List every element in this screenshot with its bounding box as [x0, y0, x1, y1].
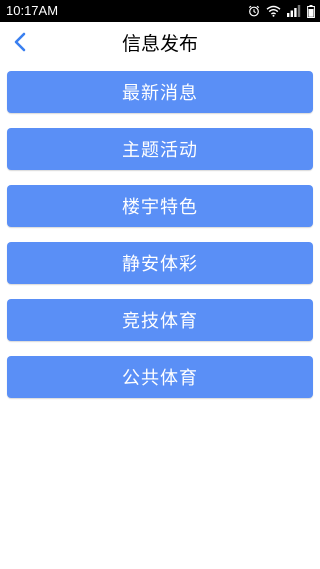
menu-button-latest-news[interactable]: 最新消息 [7, 71, 313, 113]
menu-button-label: 竞技体育 [122, 311, 198, 332]
page-title: 信息发布 [121, 33, 198, 55]
header: 信息发布 [0, 22, 320, 66]
menu-button-public-sports[interactable]: 公共体育 [7, 356, 313, 398]
alarm-icon [248, 5, 260, 17]
menu-button-label: 最新消息 [122, 83, 198, 104]
signal-icon [287, 5, 301, 17]
menu-button-label: 主题活动 [122, 140, 198, 161]
status-bar: 10:17AM [0, 0, 320, 22]
wifi-icon [266, 5, 281, 17]
menu-button-theme-activities[interactable]: 主题活动 [7, 128, 313, 170]
menu-button-label: 静安体彩 [122, 254, 198, 275]
menu-button-jingan-sports-lottery[interactable]: 静安体彩 [7, 242, 313, 284]
menu-button-label: 楼宇特色 [122, 197, 198, 218]
status-time: 10:17AM [6, 3, 59, 18]
menu-button-competitive-sports[interactable]: 竞技体育 [7, 299, 313, 341]
status-icons [248, 3, 315, 19]
menu-list: 最新消息 主题活动 楼宇特色 静安体彩 竞技体育 公共体育 [7, 71, 313, 413]
battery-icon [307, 4, 315, 18]
menu-button-label: 公共体育 [122, 368, 198, 389]
menu-button-building-features[interactable]: 楼宇特色 [7, 185, 313, 227]
